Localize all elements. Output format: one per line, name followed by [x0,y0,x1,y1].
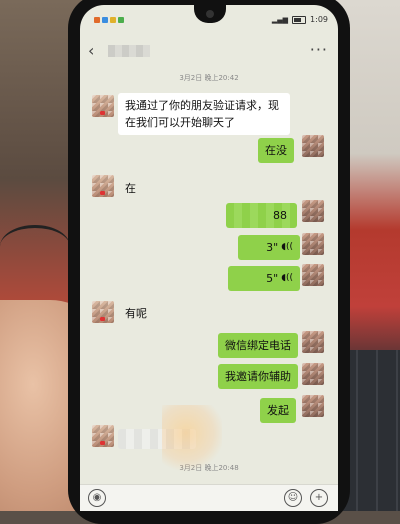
message-outgoing-obscured[interactable]: 88 [226,203,297,228]
avatar[interactable] [92,425,114,447]
avatar[interactable] [92,175,114,197]
avatar[interactable] [92,301,114,323]
more-icon[interactable]: ··· [310,40,328,59]
avatar[interactable] [302,395,324,417]
chevron-left-icon[interactable]: ‹ [88,41,94,60]
avatar[interactable] [302,200,324,222]
voice-duration: 5" [266,272,279,285]
avatar[interactable] [302,363,324,385]
message-outgoing[interactable]: 发起 [260,398,296,423]
voice-wave-icon: ◖(( [281,242,293,252]
avatar[interactable] [302,264,324,286]
message-outgoing[interactable]: 在没 [258,138,294,163]
timestamp: 3月2日 晚上20:42 [179,74,239,82]
voice-icon[interactable]: ◉ [88,489,106,507]
status-bar: ▂▄▆ 1:09 [80,15,338,29]
message-outgoing[interactable]: 微信绑定电话 [218,333,298,358]
light-glare [162,405,222,475]
voice-message[interactable]: 3" ◖(( [238,235,300,260]
avatar[interactable] [302,331,324,353]
message-outgoing[interactable]: 我邀请你辅助 [218,364,298,389]
message-incoming[interactable]: 有呢 [118,301,154,326]
phone-screen: ▂▄▆ 1:09 ‹ ··· 3月2日 晚上20:42 我通过了你的朋友验证请求… [80,5,338,511]
message-incoming[interactable]: 我通过了你的朋友验证请求，现在我们可以开始聊天了 [118,93,290,135]
input-bar: ◉ ☺ + [80,484,338,511]
plus-icon[interactable]: + [310,489,328,507]
emoji-icon[interactable]: ☺ [284,489,302,507]
avatar[interactable] [92,95,114,117]
voice-message[interactable]: 5" ◖(( [228,266,300,291]
battery-icon [292,15,307,24]
voice-wave-icon: ◖(( [281,273,293,283]
chat-header: ‹ ··· [80,38,338,64]
background-cable [0,225,70,268]
signal-icon: ▂▄▆ [271,15,289,24]
contact-name-obscured [108,45,150,57]
avatar[interactable] [302,233,324,255]
status-time: 1:09 [310,15,328,24]
voice-duration: 3" [266,241,279,254]
message-incoming[interactable]: 在 [118,176,143,201]
avatar[interactable] [302,135,324,157]
